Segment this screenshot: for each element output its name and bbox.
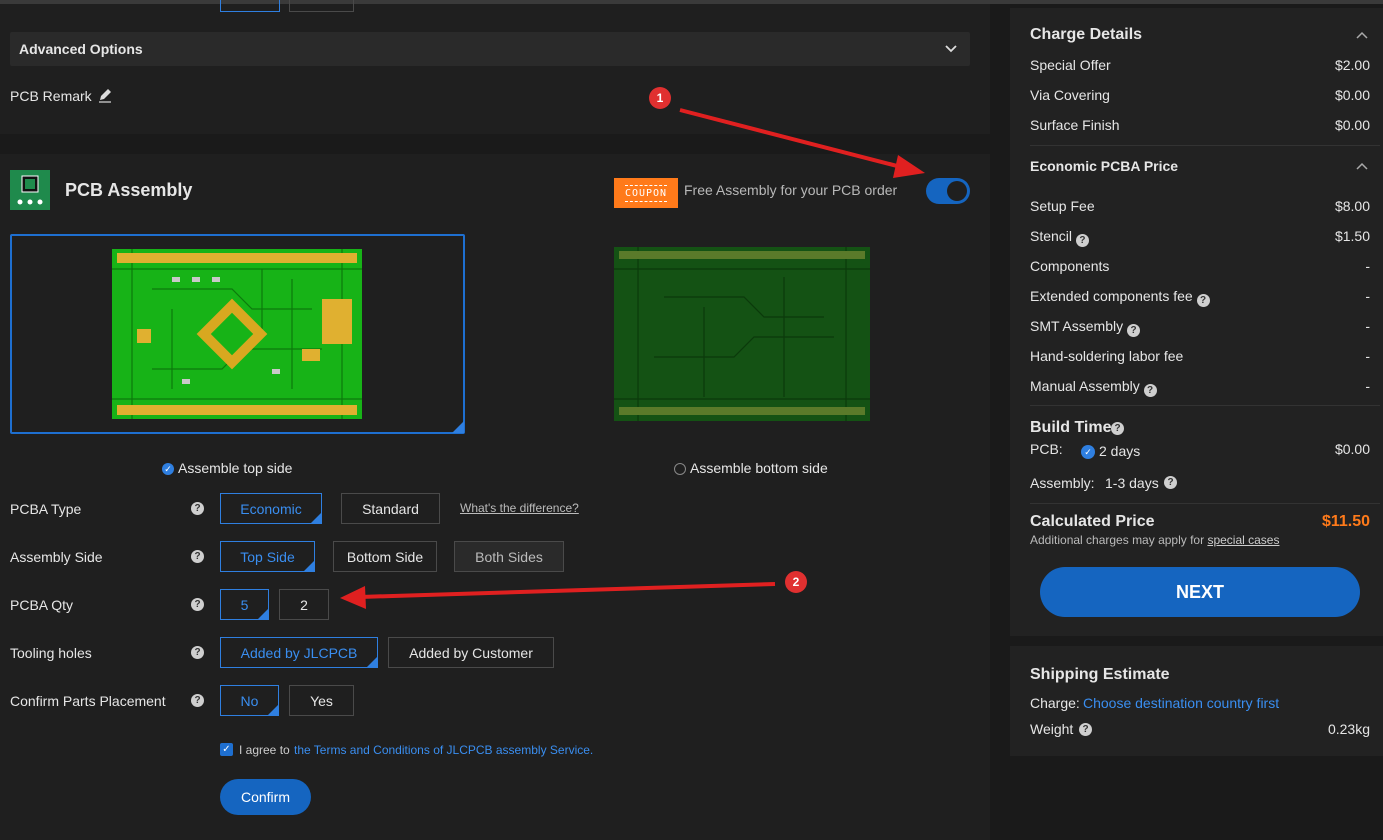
- help-icon[interactable]: ?: [1079, 723, 1092, 736]
- pcba-qty-label: PCBA Qty: [10, 597, 74, 613]
- advanced-options-bar[interactable]: Advanced Options: [10, 32, 970, 66]
- coupon-badge: COUPON: [614, 178, 678, 208]
- terms-link[interactable]: the Terms and Conditions of JLCPCB assem…: [294, 743, 593, 757]
- pcb-assembly-section: PCB Assembly COUPON Free Assembly for yo…: [0, 154, 990, 840]
- weight-value: 0.23kg: [1327, 721, 1370, 737]
- pcba-price-row: Stencil ? $1.50: [1030, 228, 1370, 247]
- confirm-parts-label: Confirm Parts Placement: [10, 693, 166, 709]
- help-icon[interactable]: ?: [191, 694, 204, 707]
- pcb-remark-label: PCB Remark: [10, 88, 92, 104]
- pcba-type-standard-button[interactable]: Standard: [341, 493, 440, 524]
- agree-checkbox[interactable]: ✓: [220, 743, 233, 756]
- chevron-up-icon[interactable]: [1355, 161, 1369, 171]
- radio-checked-icon: ✓: [162, 463, 174, 476]
- charge-row: Special Offer $2.00: [1030, 57, 1370, 73]
- bottom-side-board-card[interactable]: [520, 234, 975, 434]
- tooling-holes-customer-button[interactable]: Added by Customer: [388, 637, 554, 668]
- tooling-holes-label: Tooling holes: [10, 645, 92, 661]
- radio-unchecked-icon: [674, 463, 686, 476]
- partial-button-right[interactable]: [289, 0, 354, 12]
- pcb-build-price: $0.00: [1334, 441, 1370, 457]
- assembly-side-label: Assembly Side: [10, 549, 103, 565]
- help-icon[interactable]: ?: [1143, 384, 1157, 397]
- assembly-side-top-button[interactable]: Top Side: [220, 541, 315, 572]
- help-icon[interactable]: ?: [191, 502, 204, 515]
- pcba-qty-2-button[interactable]: 2: [279, 589, 329, 620]
- help-icon[interactable]: ?: [1127, 324, 1140, 337]
- pencil-icon[interactable]: [97, 87, 113, 103]
- shipping-estimate-title: Shipping Estimate: [1030, 666, 1170, 683]
- help-icon[interactable]: ?: [1075, 234, 1089, 247]
- help-icon[interactable]: ?: [1164, 476, 1177, 489]
- help-icon[interactable]: ?: [191, 550, 204, 563]
- top-side-board-card[interactable]: [10, 234, 465, 434]
- pcba-price-row: SMT Assembly ? -: [1030, 318, 1370, 337]
- pcba-price-row: Components -: [1030, 258, 1370, 274]
- assembly-days: 1-3 days: [1105, 475, 1159, 491]
- assembly-build-label: Assembly:: [1030, 475, 1095, 491]
- pcba-price-row: Hand-soldering labor fee -: [1030, 348, 1370, 364]
- top-side-pcb-image: [112, 249, 362, 419]
- charge-row: Via Covering $0.00: [1030, 87, 1370, 103]
- pcba-type-label: PCBA Type: [10, 501, 82, 517]
- next-button[interactable]: NEXT: [1040, 567, 1360, 617]
- advanced-options-title: Advanced Options: [19, 41, 143, 57]
- selected-corner-mark: [452, 421, 464, 433]
- weight-label: Weight: [1030, 721, 1074, 737]
- partial-button-left[interactable]: [220, 0, 280, 12]
- pcb-assembly-chip-icon: [10, 170, 50, 210]
- bottom-side-pcb-image: [614, 247, 870, 421]
- assemble-bottom-side-radio[interactable]: Assemble bottom side: [674, 460, 828, 476]
- assembly-side-both-button[interactable]: Both Sides: [454, 541, 564, 572]
- pcb-assembly-title: PCB Assembly: [65, 180, 193, 200]
- pcba-price-row: Setup Fee $8.00: [1030, 198, 1370, 214]
- chevron-down-icon: [945, 45, 957, 53]
- pcb-options-section: Advanced Options PCB Remark: [0, 0, 990, 134]
- radio-checked-icon: ✓: [1081, 445, 1095, 460]
- divider: [1030, 405, 1380, 406]
- agree-text: I agree to: [239, 743, 290, 757]
- free-assembly-toggle[interactable]: [926, 178, 970, 204]
- help-icon[interactable]: ?: [191, 646, 204, 659]
- choose-country-link[interactable]: Choose destination country first: [1083, 695, 1279, 711]
- calculated-price-value: $11.50: [1321, 513, 1370, 530]
- divider: [1030, 145, 1380, 146]
- assemble-top-side-radio[interactable]: ✓ Assemble top side: [162, 460, 292, 476]
- left-panel: Advanced Options PCB Remark PCB Assembly…: [0, 0, 990, 840]
- charge-details-title: Charge Details: [1030, 26, 1143, 43]
- section-gap: [0, 134, 990, 154]
- confirm-parts-no-button[interactable]: No: [220, 685, 279, 716]
- calculated-price-label: Calculated Price: [1030, 513, 1155, 530]
- charge-row: Surface Finish $0.00: [1030, 117, 1370, 133]
- charge-details-panel: Charge Details Special Offer $2.00 Via Co…: [1010, 8, 1383, 636]
- shipping-estimate-panel: Shipping Estimate Charge: Choose destina…: [1010, 646, 1383, 756]
- whats-the-difference-link[interactable]: What's the difference?: [460, 501, 579, 515]
- help-icon[interactable]: ?: [1196, 294, 1210, 307]
- divider: [1030, 503, 1380, 504]
- build-time-title: Build Time: [1030, 419, 1112, 436]
- pcb-days-radio[interactable]: ✓ 2 days: [1081, 443, 1140, 460]
- pcba-price-row: Extended components fee ? -: [1030, 288, 1370, 307]
- pcba-type-economic-button[interactable]: Economic: [220, 493, 322, 524]
- help-icon[interactable]: ?: [191, 598, 204, 611]
- confirm-parts-yes-button[interactable]: Yes: [289, 685, 354, 716]
- pcb-build-label: PCB:: [1030, 441, 1063, 457]
- additional-charges-note: Additional charges may apply for special…: [1030, 533, 1280, 547]
- chevron-up-icon[interactable]: [1355, 30, 1369, 40]
- toggle-knob: [947, 181, 967, 201]
- special-cases-link[interactable]: special cases: [1207, 533, 1279, 547]
- pcba-price-row: Manual Assembly ? -: [1030, 378, 1370, 397]
- shipping-charge-label: Charge:: [1030, 695, 1080, 711]
- help-icon[interactable]: ?: [1111, 422, 1124, 435]
- economic-pcba-price-title: Economic PCBA Price: [1030, 158, 1179, 174]
- free-assembly-text: Free Assembly for your PCB order: [684, 182, 898, 198]
- assembly-side-bottom-button[interactable]: Bottom Side: [333, 541, 437, 572]
- confirm-button[interactable]: Confirm: [220, 779, 311, 815]
- pcba-qty-5-button[interactable]: 5: [220, 589, 269, 620]
- tooling-holes-jlcpcb-button[interactable]: Added by JLCPCB: [220, 637, 378, 668]
